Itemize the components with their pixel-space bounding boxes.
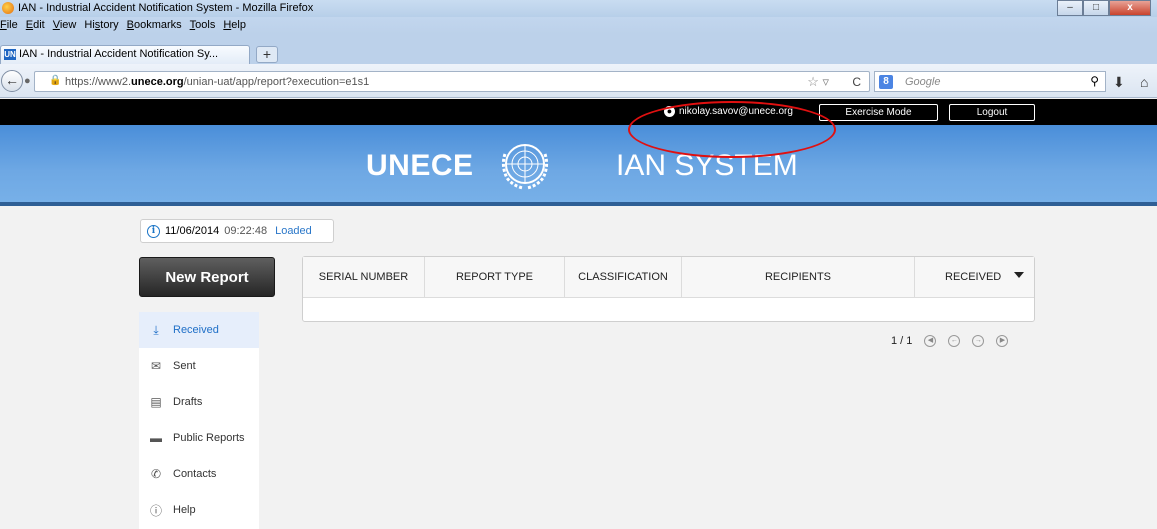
- phone-icon: ✆: [150, 467, 162, 481]
- column-received[interactable]: RECEIVED: [915, 257, 1034, 298]
- highlight-ellipse: [628, 101, 836, 158]
- identity-key-icon[interactable]: ●: [24, 75, 31, 87]
- sidebar-item-label: Contacts: [173, 468, 217, 480]
- sidebar-item-label: Drafts: [173, 396, 203, 408]
- lock-icon: 🔒: [49, 75, 62, 86]
- menu-tools[interactable]: Tools: [190, 17, 216, 34]
- sort-descending-icon[interactable]: [1014, 272, 1024, 278]
- column-serial-number[interactable]: SERIAL NUMBER: [303, 257, 425, 298]
- sidebar-item-contacts[interactable]: ✆ Contacts: [139, 456, 259, 492]
- new-report-button[interactable]: New Report: [139, 257, 275, 297]
- un-emblem-icon: [501, 144, 549, 190]
- page-indicator: 1 / 1: [891, 335, 913, 347]
- column-classification[interactable]: CLASSIFICATION: [565, 257, 682, 298]
- browser-tab-bar: UN IAN - Industrial Accident Notificatio…: [0, 34, 1157, 64]
- sidebar: ⤓ Received ✉ Sent ▤ Drafts ▬ Public Repo…: [139, 312, 259, 529]
- next-page-icon[interactable]: →: [972, 335, 985, 347]
- menu-history[interactable]: History: [84, 17, 118, 34]
- app-banner: UNECE IAN SYSTEM: [0, 125, 1157, 206]
- menu-file[interactable]: File: [0, 17, 18, 34]
- table-header: SERIAL NUMBER REPORT TYPE CLASSIFICATION…: [303, 257, 1034, 298]
- search-icon[interactable]: ⚲: [1090, 74, 1099, 88]
- sidebar-item-sent[interactable]: ✉ Sent: [139, 348, 259, 384]
- column-recipients[interactable]: RECIPIENTS: [682, 257, 915, 298]
- last-page-icon[interactable]: ▶: [996, 335, 1009, 347]
- browser-nav-bar: ← ● 🔒 https://www2.unece.org/unian-uat/a…: [0, 64, 1157, 98]
- close-window-button[interactable]: x: [1109, 0, 1151, 16]
- column-report-type[interactable]: REPORT TYPE: [425, 257, 565, 298]
- pagination: 1 / 1 ◀ ← → ▶: [891, 335, 1009, 347]
- first-page-icon[interactable]: ◀: [924, 335, 937, 347]
- maximize-button[interactable]: □: [1083, 0, 1109, 16]
- sidebar-item-drafts[interactable]: ▤ Drafts: [139, 384, 259, 420]
- sidebar-item-label: Public Reports: [173, 432, 245, 444]
- window-title-bar: IAN - Industrial Accident Notification S…: [0, 0, 1157, 17]
- url-text: https://www2.unece.org/unian-uat/app/rep…: [65, 76, 370, 88]
- sidebar-item-label: Received: [173, 324, 219, 336]
- download-arrow-icon[interactable]: ⬇: [1113, 74, 1125, 91]
- brand-unece: UNECE: [366, 149, 474, 182]
- menu-help[interactable]: Help: [223, 17, 246, 34]
- exercise-mode-button[interactable]: Exercise Mode: [819, 104, 938, 121]
- un-favicon-icon: UN: [4, 49, 16, 60]
- sidebar-item-label: Help: [173, 504, 196, 516]
- menu-bookmarks[interactable]: Bookmarks: [127, 17, 182, 34]
- previous-page-icon[interactable]: ←: [948, 335, 961, 347]
- back-arrow-icon[interactable]: ←: [1, 70, 23, 92]
- home-icon[interactable]: ⌂: [1140, 74, 1148, 90]
- tab-title: IAN - Industrial Accident Notification S…: [19, 48, 219, 60]
- sidebar-item-public-reports[interactable]: ▬ Public Reports: [139, 420, 259, 456]
- app-top-strip: ● nikolay.savov@unece.org Exercise Mode …: [0, 99, 1157, 125]
- search-engine-icon[interactable]: 8: [879, 75, 893, 89]
- window-title: IAN - Industrial Accident Notification S…: [18, 2, 314, 14]
- logout-button[interactable]: Logout: [949, 104, 1035, 121]
- reload-icon[interactable]: C: [852, 75, 861, 89]
- search-placeholder: Google: [905, 76, 941, 88]
- status-state: Loaded: [275, 225, 312, 237]
- column-received-label: RECEIVED: [945, 271, 1002, 283]
- window-controls: – □ x: [1057, 0, 1151, 17]
- address-bar[interactable]: 🔒 https://www2.unece.org/unian-uat/app/r…: [34, 71, 870, 92]
- status-date: 11/06/2014: [165, 225, 220, 237]
- status-time: 09:22:48: [224, 225, 268, 237]
- document-icon: ▤: [150, 395, 162, 409]
- sidebar-item-label: Sent: [173, 360, 196, 372]
- browser-menu-bar: File Edit View History Bookmarks Tools H…: [0, 17, 1157, 34]
- sidebar-item-help[interactable]: ⓘ Help: [139, 492, 259, 528]
- firefox-icon: [2, 2, 14, 14]
- folder-icon: ▬: [150, 431, 162, 445]
- envelope-icon: ✉: [150, 359, 162, 373]
- menu-view[interactable]: View: [53, 17, 77, 34]
- minimize-button[interactable]: –: [1057, 0, 1083, 16]
- new-tab-button[interactable]: +: [256, 46, 278, 63]
- status-indicator: i 11/06/2014 09:22:48 Loaded: [140, 219, 334, 243]
- browser-tab[interactable]: UN IAN - Industrial Accident Notificatio…: [0, 45, 250, 64]
- reports-table: SERIAL NUMBER REPORT TYPE CLASSIFICATION…: [302, 256, 1035, 322]
- search-bar[interactable]: 8 Google ⚲: [874, 71, 1106, 92]
- menu-edit[interactable]: Edit: [26, 17, 45, 34]
- info-icon: i: [147, 224, 160, 238]
- download-icon: ⤓: [153, 322, 159, 337]
- sidebar-item-received[interactable]: ⤓ Received: [139, 312, 259, 348]
- bookmark-star-icon[interactable]: ☆ ▿: [807, 74, 829, 90]
- info-icon: ⓘ: [149, 503, 162, 518]
